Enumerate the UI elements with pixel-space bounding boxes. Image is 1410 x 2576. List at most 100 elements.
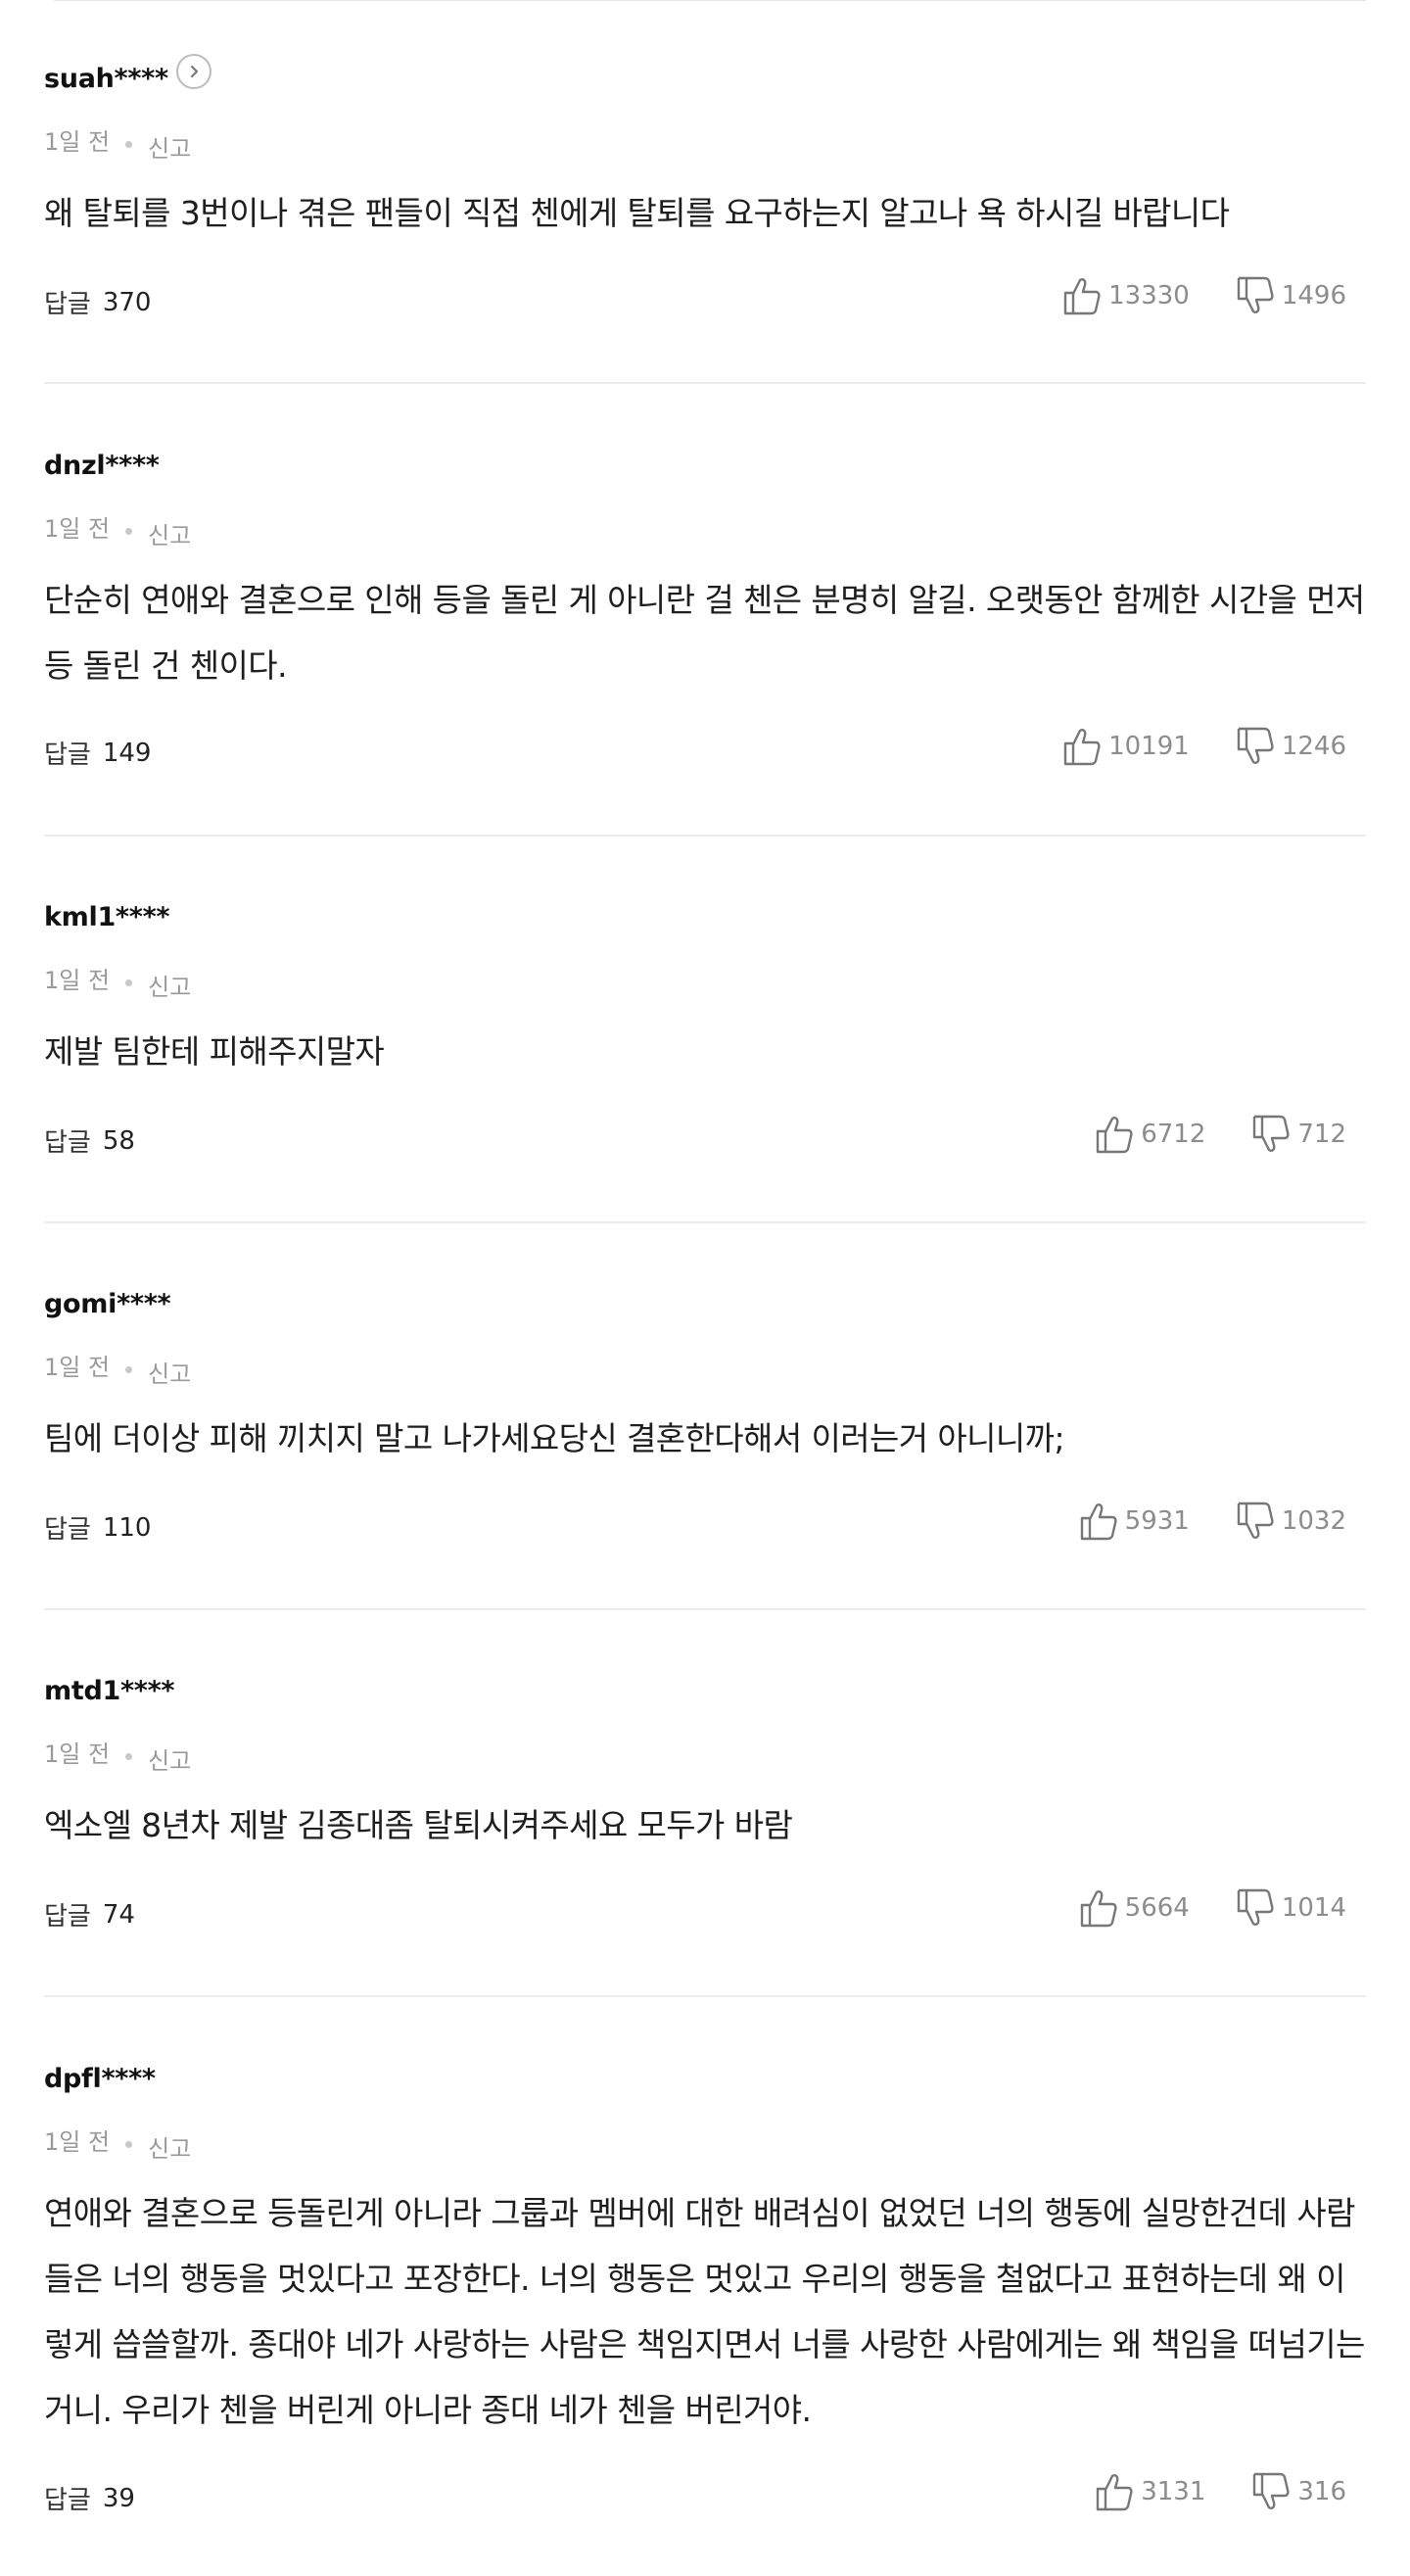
comment-meta: 1일 전 신고 <box>44 116 191 164</box>
author-name[interactable]: dpfl**** <box>44 2064 156 2094</box>
comment-meta: 1일 전 신고 <box>44 1341 191 1389</box>
comment-text: 제발 팀한테 피해주지말자 <box>44 1032 385 1071</box>
vote-group: 3131 316 <box>1096 2472 1346 2511</box>
author-name[interactable]: kml1**** <box>44 902 170 932</box>
separator-dot <box>125 528 133 535</box>
comment-text: 단순히 연애와 결혼으로 인해 등을 돌린 게 아니란 걸 첸은 분명히 알길.… <box>44 581 1365 685</box>
comment-divider <box>44 382 1366 384</box>
vote-group: 5931 1032 <box>1080 1502 1346 1541</box>
dislike-count: 1246 <box>1281 732 1346 761</box>
report-link[interactable]: 신고 <box>148 1355 191 1389</box>
comment-meta: 1일 전 신고 <box>44 2116 191 2164</box>
vote-group: 5664 1014 <box>1080 1888 1346 1928</box>
author-name[interactable]: dnzl**** <box>44 451 160 481</box>
thumbs-up-icon <box>1096 2474 1133 2511</box>
comment-meta: 1일 전 신고 <box>44 1728 191 1776</box>
dislike-count: 316 <box>1297 2477 1346 2506</box>
like-count: 3131 <box>1141 2477 1206 2506</box>
thumbs-down-icon <box>1237 1888 1274 1926</box>
reply-button[interactable]: 답글 110 <box>44 1509 151 1546</box>
reply-label: 답글 <box>44 2486 91 2515</box>
reply-label: 답글 <box>44 290 91 319</box>
separator-dot <box>125 1753 133 1760</box>
thumbs-up-icon <box>1096 1117 1133 1154</box>
dislike-button[interactable]: 1014 <box>1237 1888 1346 1928</box>
dislike-count: 712 <box>1297 1120 1346 1149</box>
like-count: 5931 <box>1124 1506 1190 1536</box>
like-count: 5664 <box>1124 1893 1190 1923</box>
timestamp: 1일 전 <box>44 1354 111 1381</box>
reply-label: 답글 <box>44 1128 91 1158</box>
reply-count: 58 <box>102 1125 135 1156</box>
comment-meta: 1일 전 신고 <box>44 954 191 1002</box>
reply-button[interactable]: 답글 39 <box>44 2480 135 2516</box>
author-row: kml1**** <box>44 897 170 936</box>
dislike-button[interactable]: 1496 <box>1237 276 1346 315</box>
author-name[interactable]: mtd1**** <box>44 1676 175 1706</box>
separator-dot <box>125 979 133 986</box>
timestamp: 1일 전 <box>44 2128 111 2156</box>
comment-divider <box>44 1608 1366 1610</box>
reply-button[interactable]: 답글 74 <box>44 1896 135 1932</box>
dislike-button[interactable]: 316 <box>1252 2472 1346 2511</box>
dislike-count: 1496 <box>1281 281 1346 310</box>
comment-text: 엑소엘 8년차 제발 김종대좀 탈퇴시켜주세요 모두가 바람 <box>44 1806 793 1844</box>
comment-divider <box>44 835 1366 836</box>
thumbs-down-icon <box>1253 1115 1290 1152</box>
timestamp: 1일 전 <box>44 967 111 994</box>
separator-dot <box>125 1366 133 1373</box>
thumbs-down-icon <box>1237 727 1274 764</box>
like-button[interactable]: 5931 <box>1080 1502 1190 1541</box>
like-button[interactable]: 13330 <box>1063 276 1190 315</box>
report-link[interactable]: 신고 <box>148 2129 191 2164</box>
author-row: suah**** <box>44 54 212 98</box>
report-link[interactable]: 신고 <box>148 1741 191 1776</box>
comment-text: 왜 탈퇴를 3번이나 겪은 팬들이 직접 첸에게 탈퇴를 요구하는지 알고나 욕… <box>44 194 1230 232</box>
thumbs-down-icon <box>1253 2472 1290 2509</box>
thumbs-up-icon <box>1063 729 1101 766</box>
thumbs-up-icon <box>1080 1503 1117 1541</box>
report-link[interactable]: 신고 <box>148 968 191 1002</box>
like-button[interactable]: 6712 <box>1096 1115 1205 1154</box>
comment-text: 연애와 결혼으로 등돌린게 아니라 그룹과 멤버에 대한 배려심이 없었던 너의… <box>44 2194 1365 2429</box>
reply-count: 74 <box>102 1899 135 1930</box>
dislike-button[interactable]: 1246 <box>1237 727 1346 766</box>
comment-divider <box>44 1995 1366 1997</box>
comment-text: 팀에 더이상 피해 끼치지 말고 나가세요당신 결혼한다해서 이러는거 아니니까… <box>44 1419 1065 1457</box>
reply-button[interactable]: 답글 58 <box>44 1122 135 1159</box>
dislike-count: 1014 <box>1281 1893 1346 1923</box>
author-name[interactable]: suah**** <box>44 64 168 94</box>
reply-label: 답글 <box>44 1515 91 1545</box>
like-button[interactable]: 3131 <box>1096 2472 1205 2511</box>
like-count: 10191 <box>1108 732 1190 761</box>
vote-group: 10191 1246 <box>1063 727 1346 766</box>
author-row: dpfl**** <box>44 2059 156 2098</box>
chevron-right-icon[interactable] <box>175 54 212 89</box>
author-name[interactable]: gomi**** <box>44 1289 171 1319</box>
reply-count: 110 <box>102 1512 152 1543</box>
timestamp: 1일 전 <box>44 1741 111 1768</box>
reply-label: 답글 <box>44 740 91 770</box>
report-link[interactable]: 신고 <box>148 516 191 550</box>
reply-button[interactable]: 답글 370 <box>44 284 151 320</box>
top-divider <box>54 0 1366 1</box>
vote-group: 6712 712 <box>1096 1115 1346 1154</box>
dislike-button[interactable]: 712 <box>1252 1115 1346 1154</box>
separator-dot <box>125 2141 133 2148</box>
like-button[interactable]: 5664 <box>1080 1888 1190 1928</box>
like-count: 6712 <box>1141 1120 1206 1149</box>
reply-count: 370 <box>102 287 152 317</box>
reply-count: 39 <box>102 2483 135 2513</box>
dislike-button[interactable]: 1032 <box>1237 1502 1346 1541</box>
like-button[interactable]: 10191 <box>1063 727 1190 766</box>
timestamp: 1일 전 <box>44 128 111 156</box>
separator-dot <box>125 141 133 148</box>
thumbs-down-icon <box>1237 276 1274 313</box>
reply-label: 답글 <box>44 1902 91 1932</box>
reply-count: 149 <box>102 738 152 768</box>
report-link[interactable]: 신고 <box>148 129 191 164</box>
vote-group: 13330 1496 <box>1063 276 1346 315</box>
reply-button[interactable]: 답글 149 <box>44 735 151 771</box>
author-row: gomi**** <box>44 1284 171 1323</box>
author-row: mtd1**** <box>44 1671 175 1710</box>
